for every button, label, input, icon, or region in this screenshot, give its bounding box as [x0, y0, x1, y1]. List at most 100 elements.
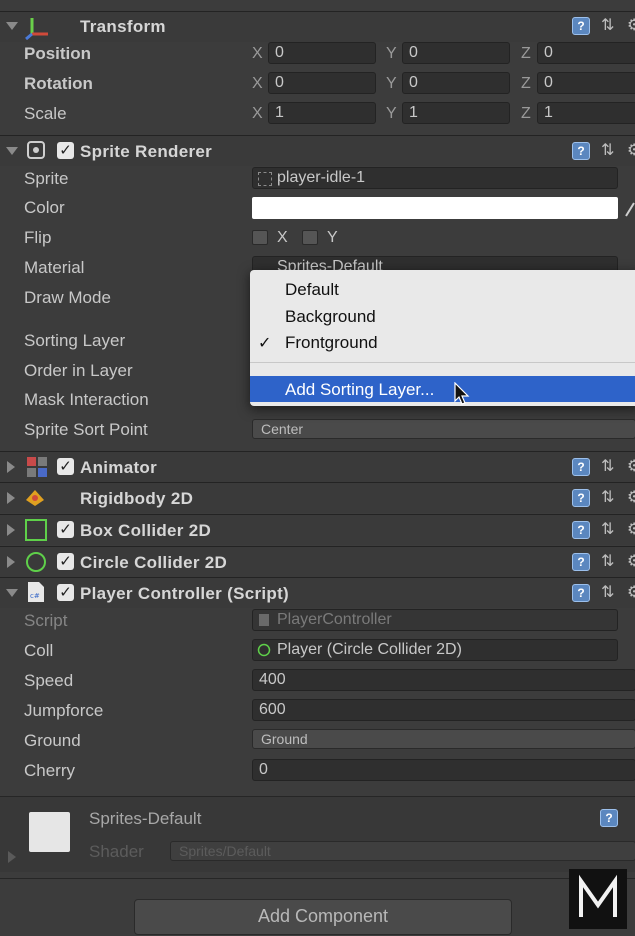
speed-field[interactable]: 400 [252, 669, 635, 691]
color-swatch[interactable] [252, 197, 618, 219]
position-y-field[interactable]: 0 [402, 42, 510, 64]
menu-item-background[interactable]: Background [285, 307, 376, 327]
preset-icon[interactable]: ⇅ [601, 458, 621, 476]
scale-y-field[interactable]: 1 [402, 102, 510, 124]
foldout-arrow-icon[interactable] [7, 492, 15, 504]
material-name: Sprites-Default [89, 809, 202, 828]
cherry-field[interactable]: 0 [252, 759, 635, 781]
position-z-field[interactable]: 0 [537, 42, 635, 64]
component-title: Player Controller (Script) [80, 584, 290, 603]
ground-dropdown[interactable]: Ground [252, 729, 635, 749]
sorting-layer-label: Sorting Layer [24, 331, 126, 350]
flip-label: Flip [24, 228, 52, 247]
preset-icon[interactable]: ⇅ [601, 553, 621, 571]
sprite-label: Sprite [24, 169, 69, 188]
gear-icon[interactable]: ⚙ [627, 521, 635, 539]
gear-icon[interactable]: ⚙ [627, 584, 635, 602]
component-title: Circle Collider 2D [80, 553, 228, 572]
help-icon[interactable]: ? [600, 809, 618, 827]
menu-separator [250, 362, 635, 363]
scale-x-field[interactable]: 1 [268, 102, 376, 124]
rigidbody-2d-header[interactable]: Rigidbody 2D ? ⇅ ⚙ [0, 482, 635, 513]
preset-icon[interactable]: ⇅ [601, 17, 621, 35]
sprite-sort-point-dropdown[interactable]: Center [252, 419, 635, 439]
scale-z-field[interactable]: 1 [537, 102, 635, 124]
component-title: Box Collider 2D [80, 521, 212, 540]
shader-dropdown[interactable]: Sprites/Default [170, 841, 635, 861]
jumpforce-field[interactable]: 600 [252, 699, 635, 721]
component-title: Rigidbody 2D [80, 489, 194, 508]
script-file-icon: c# [28, 582, 44, 602]
foldout-arrow-icon[interactable] [7, 556, 15, 568]
sprite-renderer-header[interactable]: ✓ Sprite Renderer ? ⇅ ⚙ [0, 135, 635, 166]
enabled-checkbox[interactable]: ✓ [57, 584, 74, 601]
material-label: Material [24, 258, 85, 277]
enabled-checkbox[interactable]: ✓ [57, 142, 74, 159]
help-icon[interactable]: ? [572, 489, 590, 507]
foldout-arrow-icon[interactable] [6, 147, 18, 155]
preset-icon[interactable]: ⇅ [601, 142, 621, 160]
color-label: Color [24, 198, 65, 217]
transform-header[interactable]: Transform ? ⇅ ⚙ [0, 11, 635, 42]
rotation-x-field[interactable]: 0 [268, 72, 376, 94]
help-icon[interactable]: ? [572, 553, 590, 571]
foldout-arrow-icon[interactable] [6, 589, 18, 597]
preset-icon[interactable]: ⇅ [601, 584, 621, 602]
sprite-sort-point-label: Sprite Sort Point [24, 420, 148, 439]
help-icon[interactable]: ? [572, 521, 590, 539]
enabled-checkbox[interactable]: ✓ [57, 553, 74, 570]
foldout-arrow-icon[interactable] [6, 22, 18, 30]
foldout-arrow-icon[interactable] [7, 461, 15, 473]
gear-icon[interactable]: ⚙ [627, 553, 635, 571]
coll-field[interactable]: Player (Circle Collider 2D) [252, 639, 618, 661]
axis-z-label: Z [521, 105, 531, 122]
gear-icon[interactable]: ⚙ [627, 458, 635, 476]
axis-y-label: Y [386, 105, 397, 122]
axis-x-label: X [252, 75, 263, 92]
svg-text:c#: c# [30, 592, 40, 600]
gear-icon[interactable]: ⚙ [627, 17, 635, 35]
preset-icon[interactable]: ⇅ [601, 489, 621, 507]
enabled-checkbox[interactable]: ✓ [57, 458, 74, 475]
order-in-layer-label: Order in Layer [24, 361, 133, 380]
preset-icon[interactable]: ⇅ [601, 521, 621, 539]
rotation-label: Rotation [24, 74, 93, 93]
component-title: Sprite Renderer [80, 142, 213, 161]
script-field: PlayerController [252, 609, 618, 631]
shader-label: Shader [89, 842, 144, 861]
help-icon[interactable]: ? [572, 142, 590, 160]
circle-collider-2d-header[interactable]: ✓ Circle Collider 2D ? ⇅ ⚙ [0, 546, 635, 577]
foldout-arrow-icon[interactable] [8, 851, 16, 863]
add-component-button[interactable]: Add Component [134, 899, 512, 935]
foldout-arrow-icon[interactable] [7, 524, 15, 536]
axis-y-label: Y [386, 75, 397, 92]
circle-collider-icon [257, 643, 271, 657]
component-title: Animator [80, 458, 158, 477]
help-icon[interactable]: ? [572, 17, 590, 35]
sprite-asset-icon [258, 172, 272, 186]
jumpforce-label: Jumpforce [24, 701, 104, 720]
animator-header[interactable]: ✓ Animator ? ⇅ ⚙ [0, 451, 635, 482]
watermark-logo [569, 869, 627, 929]
gear-icon[interactable]: ⚙ [627, 142, 635, 160]
rotation-z-field[interactable]: 0 [537, 72, 635, 94]
menu-item-frontground[interactable]: Frontground [285, 333, 378, 353]
section-divider [0, 878, 635, 879]
gear-icon[interactable]: ⚙ [627, 489, 635, 507]
eyedropper-icon[interactable] [624, 200, 635, 218]
mask-interaction-label: Mask Interaction [24, 390, 149, 409]
flip-x-checkbox[interactable] [252, 230, 268, 245]
flip-y-checkbox[interactable] [302, 230, 318, 245]
rigidbody-icon [26, 490, 44, 506]
sprite-field[interactable]: player-idle-1 [252, 167, 618, 189]
box-collider-2d-header[interactable]: ✓ Box Collider 2D ? ⇅ ⚙ [0, 514, 635, 545]
enabled-checkbox[interactable]: ✓ [57, 521, 74, 538]
script-label: Script [24, 611, 68, 630]
menu-item-default[interactable]: Default [285, 280, 339, 300]
help-icon[interactable]: ? [572, 458, 590, 476]
rotation-y-field[interactable]: 0 [402, 72, 510, 94]
position-x-field[interactable]: 0 [268, 42, 376, 64]
ground-label: Ground [24, 731, 81, 750]
player-controller-header[interactable]: c# ✓ Player Controller (Script) ? ⇅ ⚙ [0, 577, 635, 608]
help-icon[interactable]: ? [572, 584, 590, 602]
